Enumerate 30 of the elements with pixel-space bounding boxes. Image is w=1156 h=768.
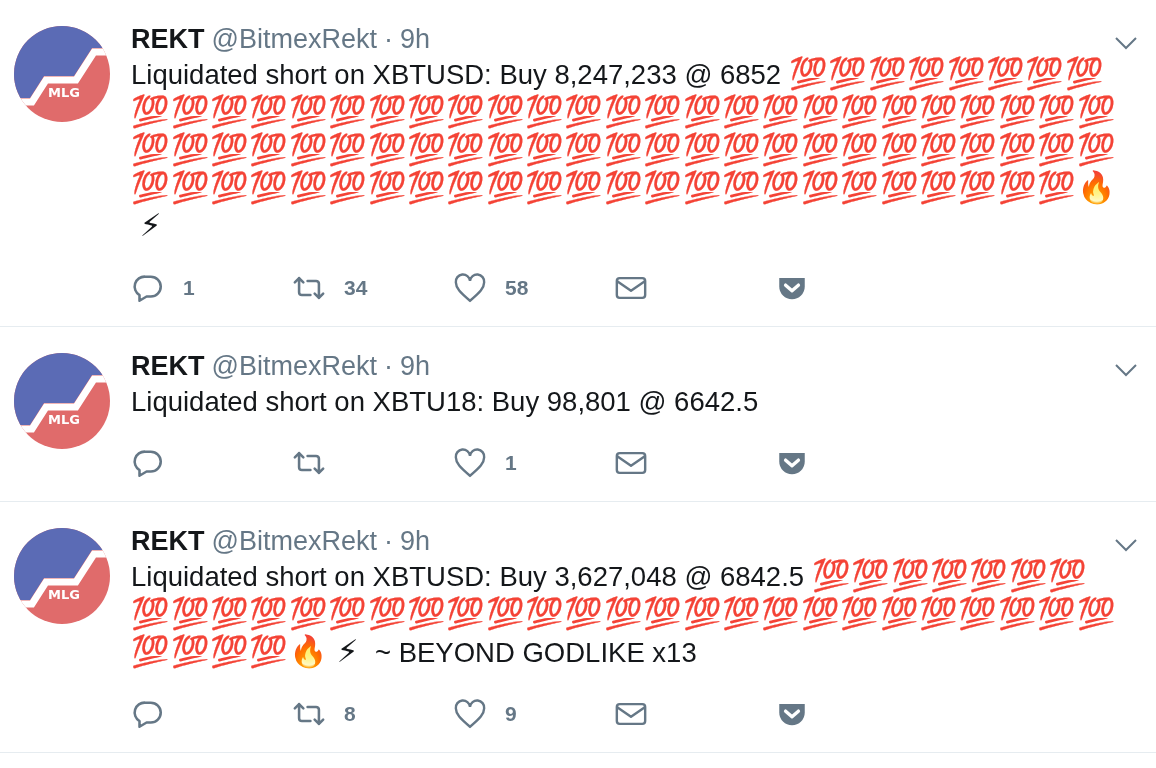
retweet-count: 34 bbox=[344, 276, 368, 300]
heart-icon[interactable] bbox=[453, 446, 487, 480]
separator-dot: · bbox=[383, 24, 393, 54]
avatar-icon[interactable]: MLG bbox=[14, 528, 110, 624]
like-count: 1 bbox=[505, 451, 517, 475]
user-handle[interactable]: @BitmexRekt bbox=[211, 351, 377, 381]
tweet-text: Liquidated short on XBTUSD: Buy 3,627,048 @ 6842.5 💯💯💯💯💯💯💯💯💯💯💯💯💯💯💯💯💯💯💯💯💯💯💯💯💯💯💯💯💯💯💯💯💯💯💯💯🔥⚡ ~ BEYOND GODLIKE x13 bbox=[131, 558, 1116, 671]
avatar-icon[interactable]: MLG bbox=[14, 353, 110, 449]
user-handle[interactable]: @BitmexRekt bbox=[211, 24, 377, 54]
user-name[interactable]: REKT bbox=[131, 24, 205, 54]
avatar-icon[interactable]: MLG bbox=[14, 26, 110, 122]
chevron-down-icon[interactable] bbox=[1114, 363, 1138, 377]
tweet-text: Liquidated short on XBTUSD: Buy 8,247,233 @ 6852 💯💯💯💯💯💯💯💯💯💯💯💯💯💯💯💯💯💯💯💯💯💯💯💯💯💯💯💯💯💯💯💯💯💯💯💯💯💯💯💯💯💯💯💯💯💯💯💯💯💯💯💯💯💯💯💯💯💯💯💯💯💯💯💯💯💯💯💯💯💯💯💯💯💯💯💯💯💯💯💯💯💯🔥⚡ bbox=[131, 56, 1116, 245]
chevron-down-icon[interactable] bbox=[1114, 36, 1138, 50]
tweet-text: Liquidated short on XBTU18: Buy 98,801 @ 6642.5 bbox=[131, 385, 760, 419]
user-name[interactable]: REKT bbox=[131, 351, 205, 381]
tweet-time[interactable]: 9h bbox=[399, 24, 430, 54]
like-count: 9 bbox=[505, 702, 517, 726]
user-handle[interactable]: @BitmexRekt bbox=[211, 526, 377, 556]
reply-count: 1 bbox=[183, 276, 195, 300]
chevron-down-icon[interactable] bbox=[1114, 538, 1138, 552]
heart-icon[interactable] bbox=[453, 697, 487, 731]
separator-dot: · bbox=[383, 526, 393, 556]
separator-dot: · bbox=[383, 351, 393, 381]
tweet-time[interactable]: 9h bbox=[399, 526, 430, 556]
heart-icon[interactable] bbox=[453, 271, 487, 305]
tweet-time[interactable]: 9h bbox=[399, 351, 430, 381]
retweet-count: 8 bbox=[344, 702, 356, 726]
user-name[interactable]: REKT bbox=[131, 526, 205, 556]
like-count: 58 bbox=[505, 276, 529, 300]
